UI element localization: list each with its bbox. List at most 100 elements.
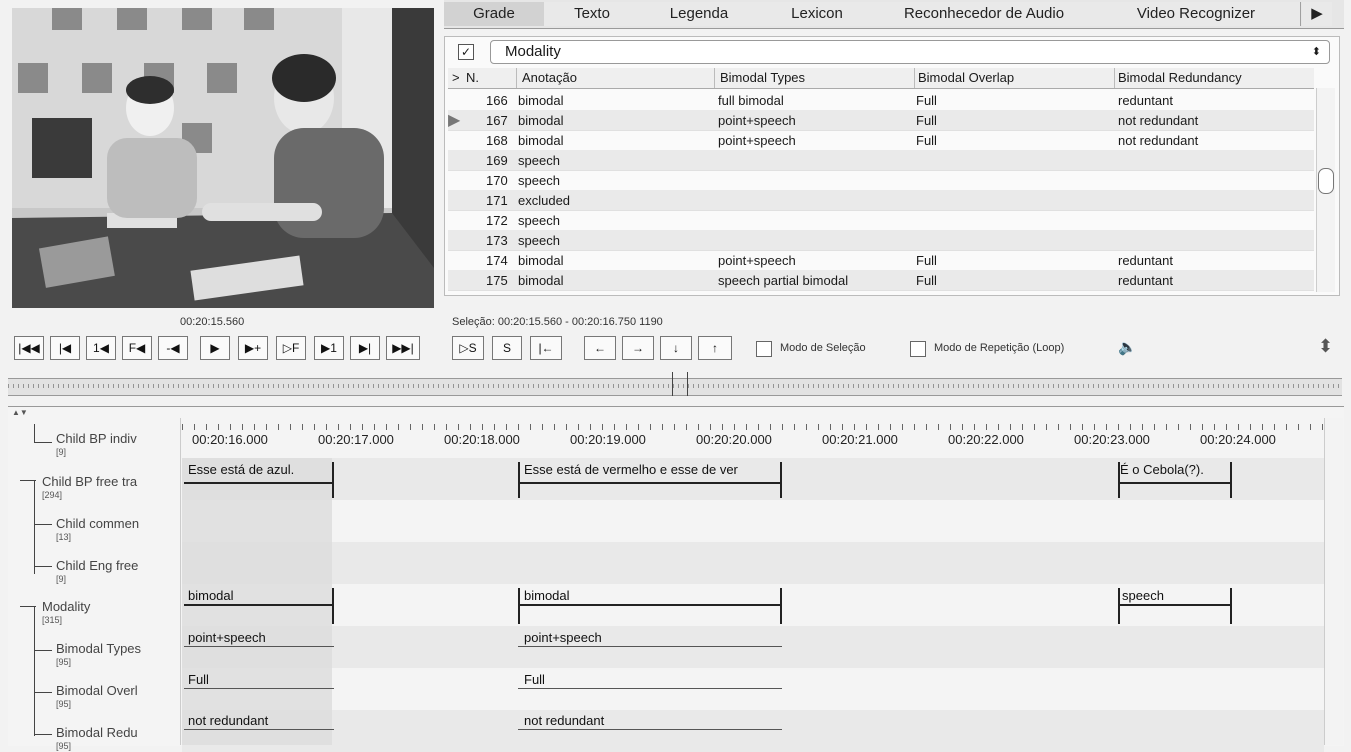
video-time-label: 00:20:15.560 [180,316,245,328]
previous-frame-button[interactable]: F◀ [122,336,152,360]
tier-count: [294] [42,490,63,500]
table-row[interactable]: 175 bimodal speech partial bimodal Full re… [448,270,1314,291]
table-row[interactable]: 166 bimodal full bimodal Full reduntant [448,90,1314,111]
tab-grade[interactable]: Grade [444,2,545,26]
tier-count: [315] [42,615,63,625]
tier-label-child-eng-free[interactable]: Child Eng free [56,558,138,573]
annotation-bimodal-redundancy[interactable]: not redundant [524,713,604,728]
tab-video-recognizer[interactable]: Video Recognizer [1092,2,1301,26]
annotation-modality[interactable]: bimodal [188,588,234,603]
tab-reconhecedor-audio[interactable]: Reconhecedor de Audio [876,2,1093,26]
tier-label-bimodal-redu[interactable]: Bimodal Redu [56,725,138,740]
tier-select[interactable]: Modality ⬍ [490,40,1330,64]
next-pixel-button[interactable]: ▶1 [314,336,344,360]
header-annotation[interactable]: Anotação [522,70,577,85]
annotation-bimodal-overlap[interactable]: Full [188,672,209,687]
timeline-scrollbar[interactable] [1324,418,1343,745]
tier-label-child-commen[interactable]: Child commen [56,516,139,531]
table-row[interactable]: 172 speech [448,210,1314,231]
tier-lane[interactable] [182,668,1324,710]
ruler-label: 00:20:16.000 [192,432,268,447]
grid-scrollbar-thumb[interactable] [1318,168,1334,194]
previous-pixel-button[interactable]: 1◀ [86,336,116,360]
selection-mode-checkbox[interactable] [756,341,772,357]
previous-second-button[interactable]: -◀ [158,336,188,360]
volume-icon[interactable]: 🔈 [1118,338,1137,356]
tier-label-child-bp-free-tra[interactable]: Child BP free tra [42,474,137,489]
header-marker: > [452,70,460,85]
loop-mode-checkbox[interactable] [910,341,926,357]
table-row[interactable]: 171 excluded [448,190,1314,211]
nav-down-button[interactable]: ↓ [660,336,692,360]
header-bimodal-redundancy[interactable]: Bimodal Redundancy [1118,70,1242,85]
table-row[interactable]: 174 bimodal point+speech Full reduntant [448,250,1314,271]
tier-lane[interactable] [182,626,1324,668]
time-ruler[interactable]: 00:20:16.000 00:20:17.000 00:20:18.000 0… [182,418,1324,458]
next-frame-button[interactable]: ▷F [276,336,306,360]
next-second-button[interactable]: ▶+ [238,336,268,360]
annotation-free-tra[interactable]: É o Cebola(?). [1120,462,1204,477]
previous-scrollview-button[interactable]: |◀ [50,336,80,360]
tier-label-bimodal-types[interactable]: Bimodal Types [56,641,141,656]
tier-select-value: Modality [505,43,561,60]
collapse-expand-icon[interactable]: ▲▼ [12,408,28,417]
table-row[interactable]: 168 bimodal point+speech Full not redundan… [448,130,1314,151]
ruler-label: 00:20:19.000 [570,432,646,447]
select-arrows-icon: ⬍ [1311,46,1321,58]
ruler-label: 00:20:24.000 [1200,432,1276,447]
play-selection-button[interactable]: ▷S [452,336,484,360]
selection-label: Seleção: 00:20:15.560 - 00:20:16.750 119… [452,316,663,328]
video-frame-image [12,8,434,308]
annotation-bimodal-redundancy[interactable]: not redundant [188,713,268,728]
tier-lane[interactable] [182,710,1324,752]
video-viewer[interactable] [12,8,434,308]
splitter-handle-icon[interactable] [672,372,688,396]
next-scrollview-button[interactable]: ▶| [350,336,380,360]
annotation-bimodal-types[interactable]: point+speech [188,630,266,645]
annotation-bimodal-overlap[interactable]: Full [524,672,545,687]
tier-count: [95] [56,657,72,667]
ruler-label: 00:20:22.000 [948,432,1024,447]
tab-scroll-right-icon[interactable]: ▶ [1302,2,1332,26]
loop-mode-label: Modo de Repetição (Loop) [934,342,1065,354]
table-row[interactable]: 173 speech [448,230,1314,251]
play-button[interactable]: ▶ [200,336,230,360]
annotation-modality[interactable]: bimodal [524,588,570,603]
clear-selection-button[interactable]: S [492,336,522,360]
tier-label-child-bp-indiv[interactable]: Child BP indiv [56,431,137,446]
tab-texto[interactable]: Texto [544,2,641,26]
tier-lane[interactable] [182,500,1324,542]
annotation-bimodal-types[interactable]: point+speech [524,630,602,645]
annotation-free-tra[interactable]: Esse está de azul. [188,462,294,477]
annotation-modality[interactable]: speech [1122,588,1164,603]
header-n[interactable]: N. [466,70,479,85]
tier-count: [9] [56,447,67,457]
go-to-end-button[interactable]: ▶▶| [386,336,420,360]
ruler-label: 00:20:23.000 [1074,432,1150,447]
table-row[interactable]: 170 speech [448,170,1314,191]
ruler-label: 00:20:17.000 [318,432,394,447]
tier-checkbox[interactable]: ✓ [458,44,474,60]
resize-icon[interactable]: ⬍ [1318,336,1333,357]
nav-right-button[interactable]: → [622,336,654,360]
tab-bar: Grade Texto Legenda Lexicon Reconhecedor… [444,0,1344,29]
tier-label-modality[interactable]: Modality [42,599,90,614]
grid-header: > N. Anotação Bimodal Types Bimodal Over… [448,68,1314,89]
tier-lane[interactable] [182,542,1324,584]
table-row[interactable]: 169 speech [448,150,1314,171]
tab-lexicon[interactable]: Lexicon [758,2,877,26]
nav-left-button[interactable]: ← [584,336,616,360]
selection-mode-label: Modo de Seleção [780,342,866,354]
tier-label-bimodal-overl[interactable]: Bimodal Overl [56,683,138,698]
go-to-begin-button[interactable]: |◀◀ [14,336,44,360]
current-row-arrow-icon: ▶ [448,112,461,129]
nav-up-button[interactable]: ↑ [698,336,732,360]
tier-count: [9] [56,574,67,584]
selection-boundary-button[interactable]: |← [530,336,562,360]
annotation-free-tra[interactable]: Esse está de vermelho e esse de ver [524,462,738,477]
ruler-label: 00:20:20.000 [696,432,772,447]
tab-legenda[interactable]: Legenda [640,2,759,26]
header-bimodal-overlap[interactable]: Bimodal Overlap [918,70,1014,85]
header-bimodal-types[interactable]: Bimodal Types [720,70,805,85]
table-row[interactable]: ▶ 167 bimodal point+speech Full not redund… [448,110,1314,131]
